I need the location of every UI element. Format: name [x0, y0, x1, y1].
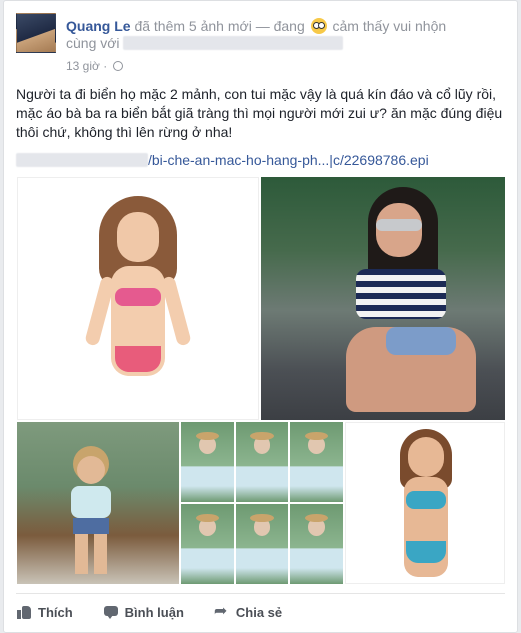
post-link-text[interactable]: /bi-che-an-mac-ho-hang-ph...|c/22698786.…	[148, 152, 429, 168]
like-button[interactable]: Thích	[16, 599, 73, 625]
post-header: Quang Le đã thêm 5 ảnh mới — đang cảm th…	[16, 13, 506, 73]
post-header-line: Quang Le đã thêm 5 ảnh mới — đang cảm th…	[66, 17, 506, 36]
timestamp-text[interactable]: 13 giờ	[66, 59, 100, 73]
photo-1-subject	[84, 196, 192, 406]
photo-1[interactable]	[17, 177, 259, 420]
share-label: Chia sẻ	[235, 604, 283, 620]
author-name[interactable]: Quang Le	[66, 18, 131, 34]
photo-2[interactable]	[261, 177, 505, 420]
photo-4-collage	[181, 422, 343, 584]
redacted-link-prefix	[16, 153, 148, 167]
post-body: Người ta đi biển họ mặc 2 mảnh, con tui …	[16, 86, 503, 140]
like-label: Thích	[38, 604, 73, 620]
photo-2-subject	[346, 187, 486, 417]
photo-3[interactable]	[17, 422, 179, 584]
avatar[interactable]	[16, 13, 56, 53]
photo-5[interactable]	[345, 422, 505, 584]
comment-label: Bình luận	[124, 604, 184, 620]
activity-text: đã thêm 5 ảnh mới — đang	[134, 18, 305, 34]
post-link[interactable]: /bi-che-an-mac-ho-hang-ph...|c/22698786.…	[16, 151, 508, 170]
post-actions: Thích Bình luận Chia sẻ	[16, 599, 506, 625]
post-card: Quang Le đã thêm 5 ảnh mới — đang cảm th…	[3, 0, 518, 633]
redacted-tagged-names	[123, 36, 344, 50]
tagged-line: cùng với	[66, 35, 344, 51]
share-icon	[214, 601, 230, 620]
actions-divider	[16, 593, 505, 594]
photo-4[interactable]	[181, 422, 343, 584]
photo-3-subject	[57, 452, 127, 577]
with-prefix: cùng với	[66, 35, 120, 51]
post-timestamp[interactable]: 13 giờ ·	[66, 59, 123, 73]
share-button[interactable]: Chia sẻ	[214, 599, 282, 625]
comment-icon	[103, 604, 119, 620]
feeling-text: cảm thấy vui nhộn	[332, 18, 447, 34]
comment-button[interactable]: Bình luận	[103, 599, 184, 625]
like-icon	[16, 604, 32, 620]
photo-5-subject	[386, 429, 466, 583]
globe-icon	[112, 61, 123, 71]
feeling-emoji-icon	[310, 18, 327, 34]
